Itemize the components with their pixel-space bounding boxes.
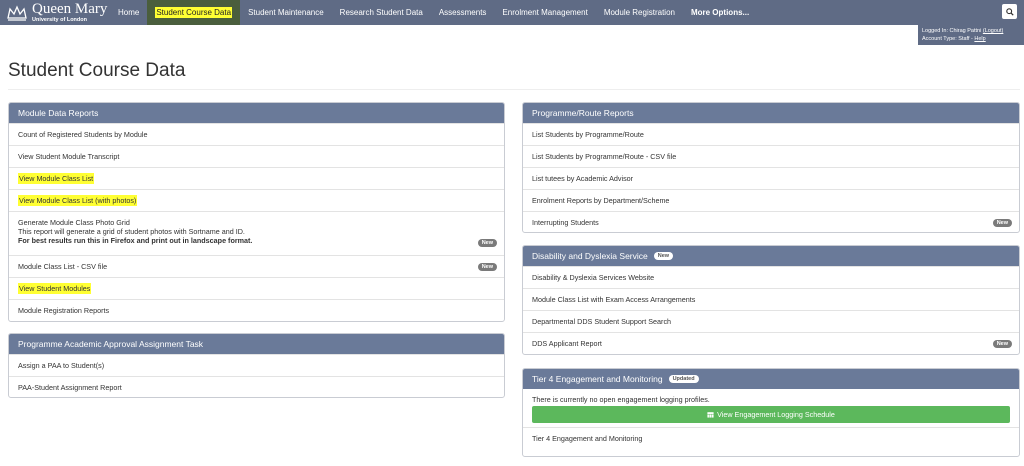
tier4-panel: Tier 4 Engagement and Monitoring Updated… — [522, 368, 1020, 457]
panel-header: Disability and Dyslexia Service New — [523, 246, 1019, 266]
list-item[interactable]: Assign a PAA to Student(s) — [9, 354, 504, 376]
top-nav: Queen Mary University of London Home Stu… — [0, 0, 1024, 25]
page-title: Student Course Data — [8, 60, 186, 81]
list-item[interactable]: View Student Module Transcript — [9, 145, 504, 167]
nav-enrolment-management[interactable]: Enrolment Management — [494, 0, 595, 25]
list-item[interactable]: Count of Registered Students by Module — [9, 123, 504, 145]
new-badge: New — [477, 239, 497, 247]
university-logo[interactable]: Queen Mary University of London — [0, 0, 110, 25]
list-item[interactable]: List Students by Programme/Route — [523, 123, 1019, 145]
list-item[interactable]: List tutees by Academic Advisor — [523, 167, 1019, 189]
new-badge: New — [992, 339, 1012, 348]
view-engagement-schedule-button[interactable]: View Engagement Logging Schedule — [532, 406, 1010, 423]
crown-icon — [7, 4, 27, 21]
logout-link[interactable]: (Logout) — [983, 28, 1004, 34]
programme-route-reports-panel: Programme/Route Reports List Students by… — [522, 102, 1020, 233]
user-info: Logged In: Chirag Pattni (Logout) Accoun… — [918, 25, 1024, 45]
list-item[interactable]: Module Class List - CSV file New — [9, 255, 504, 277]
help-link[interactable]: Help — [974, 36, 985, 42]
list-item[interactable]: View Module Class List (with photos) — [9, 189, 504, 211]
search-icon — [1005, 7, 1014, 16]
engagement-notice: There is currently no open engagement lo… — [523, 389, 1019, 427]
list-item[interactable]: View Module Class List — [9, 167, 504, 189]
list-item[interactable]: Generate Module Class Photo Grid This re… — [9, 211, 504, 255]
panel-header: Programme Academic Approval Assignment T… — [9, 334, 504, 354]
item-title: Generate Module Class Photo Grid — [18, 218, 130, 227]
nav-research-student-data[interactable]: Research Student Data — [332, 0, 431, 25]
new-badge: New — [653, 252, 674, 260]
notice-text: There is currently no open engagement lo… — [532, 395, 710, 404]
brand-subtitle: University of London — [32, 16, 87, 23]
list-item[interactable]: PAA-Student Assignment Report — [9, 376, 504, 397]
item-note: For best results run this in Firefox and… — [18, 236, 253, 245]
updated-badge: Updated — [668, 375, 699, 383]
panel-header: Tier 4 Engagement and Monitoring Updated — [523, 369, 1019, 389]
panel-title: Tier 4 Engagement and Monitoring — [532, 374, 663, 384]
nav-student-course-data[interactable]: Student Course Data — [147, 0, 241, 25]
nav-more-options[interactable]: More Options... — [683, 0, 757, 25]
panel-title: Disability and Dyslexia Service — [532, 251, 648, 261]
list-item[interactable]: Module Class List with Exam Access Arran… — [523, 288, 1019, 310]
nav-module-registration[interactable]: Module Registration — [596, 0, 683, 25]
paa-panel: Programme Academic Approval Assignment T… — [8, 333, 505, 398]
search-button[interactable] — [1002, 4, 1017, 19]
list-item[interactable]: Enrolment Reports by Department/Scheme — [523, 189, 1019, 211]
new-badge: New — [477, 262, 497, 271]
list-item[interactable]: List Students by Programme/Route - CSV f… — [523, 145, 1019, 167]
list-item[interactable]: Disability & Dyslexia Services Website — [523, 266, 1019, 288]
list-item[interactable]: Interrupting Students New — [523, 211, 1019, 232]
item-description: This report will generate a grid of stud… — [18, 227, 245, 236]
logged-in-text: Logged In: Chirag Pattni — [922, 28, 982, 34]
disability-dyslexia-panel: Disability and Dyslexia Service New Disa… — [522, 245, 1020, 355]
brand-name: Queen Mary — [32, 0, 108, 17]
module-data-reports-panel: Module Data Reports Count of Registered … — [8, 102, 505, 322]
nav-student-maintenance[interactable]: Student Maintenance — [240, 0, 332, 25]
divider — [8, 89, 1020, 90]
panel-header: Module Data Reports — [9, 103, 504, 123]
list-item[interactable]: Module Registration Reports — [9, 299, 504, 321]
account-type-text: Account Type: Staff - — [922, 36, 975, 42]
new-badge: New — [992, 218, 1012, 227]
panel-header: Programme/Route Reports — [523, 103, 1019, 123]
nav-assessments[interactable]: Assessments — [431, 0, 495, 25]
nav-home[interactable]: Home — [110, 0, 147, 25]
list-item[interactable]: DDS Applicant Report New — [523, 332, 1019, 354]
calendar-icon — [707, 412, 714, 418]
list-item[interactable]: Tier 4 Engagement and Monitoring — [523, 427, 1019, 449]
list-item[interactable]: View Student Modules — [9, 277, 504, 299]
list-item[interactable]: Departmental DDS Student Support Search — [523, 310, 1019, 332]
